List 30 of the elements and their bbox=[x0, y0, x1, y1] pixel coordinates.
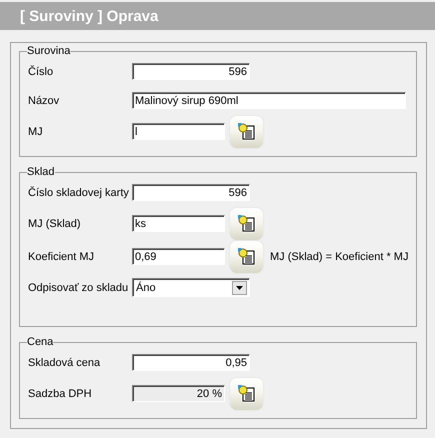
edit-document-icon bbox=[238, 215, 255, 232]
formula-note: MJ (Sklad) = Koeficient * MJ bbox=[270, 250, 408, 262]
field-label: Číslo bbox=[28, 66, 54, 78]
input-field[interactable]: Malinový sirup 690ml bbox=[132, 92, 406, 109]
field-label: MJ (Sklad) bbox=[28, 218, 82, 230]
picker-button[interactable] bbox=[230, 116, 263, 148]
edit-document-icon bbox=[238, 385, 255, 402]
field-label: Číslo skladovej karty bbox=[28, 186, 130, 198]
input-field[interactable]: 0,95 bbox=[132, 354, 250, 371]
input-field[interactable]: ks bbox=[132, 215, 225, 232]
field-label: Skladová cena bbox=[28, 356, 102, 368]
input-field[interactable]: 596 bbox=[132, 63, 250, 80]
edit-document-icon bbox=[238, 248, 255, 265]
dropdown-field[interactable]: Áno bbox=[132, 278, 250, 297]
field-label: MJ bbox=[28, 126, 44, 138]
page-title: [ Suroviny ] Oprava bbox=[20, 8, 158, 24]
picker-button[interactable] bbox=[230, 240, 263, 272]
field-label: Sadzba DPH bbox=[28, 388, 93, 400]
input-field[interactable]: 596 bbox=[132, 184, 250, 201]
field-label: Odpisovať zo skladu bbox=[28, 282, 130, 294]
input-field[interactable]: 0,69 bbox=[132, 248, 225, 265]
input-field[interactable]: l bbox=[132, 123, 225, 140]
group-title: Cena bbox=[27, 336, 54, 348]
field-label: Koeficient MJ bbox=[28, 250, 96, 262]
group-title: Surovina bbox=[27, 45, 70, 57]
field-label: Názov bbox=[28, 94, 60, 106]
edit-document-icon bbox=[238, 123, 255, 140]
picker-button[interactable] bbox=[230, 208, 263, 240]
dropdown-arrow-icon bbox=[236, 286, 243, 290]
group-title: Sklad bbox=[27, 166, 55, 178]
